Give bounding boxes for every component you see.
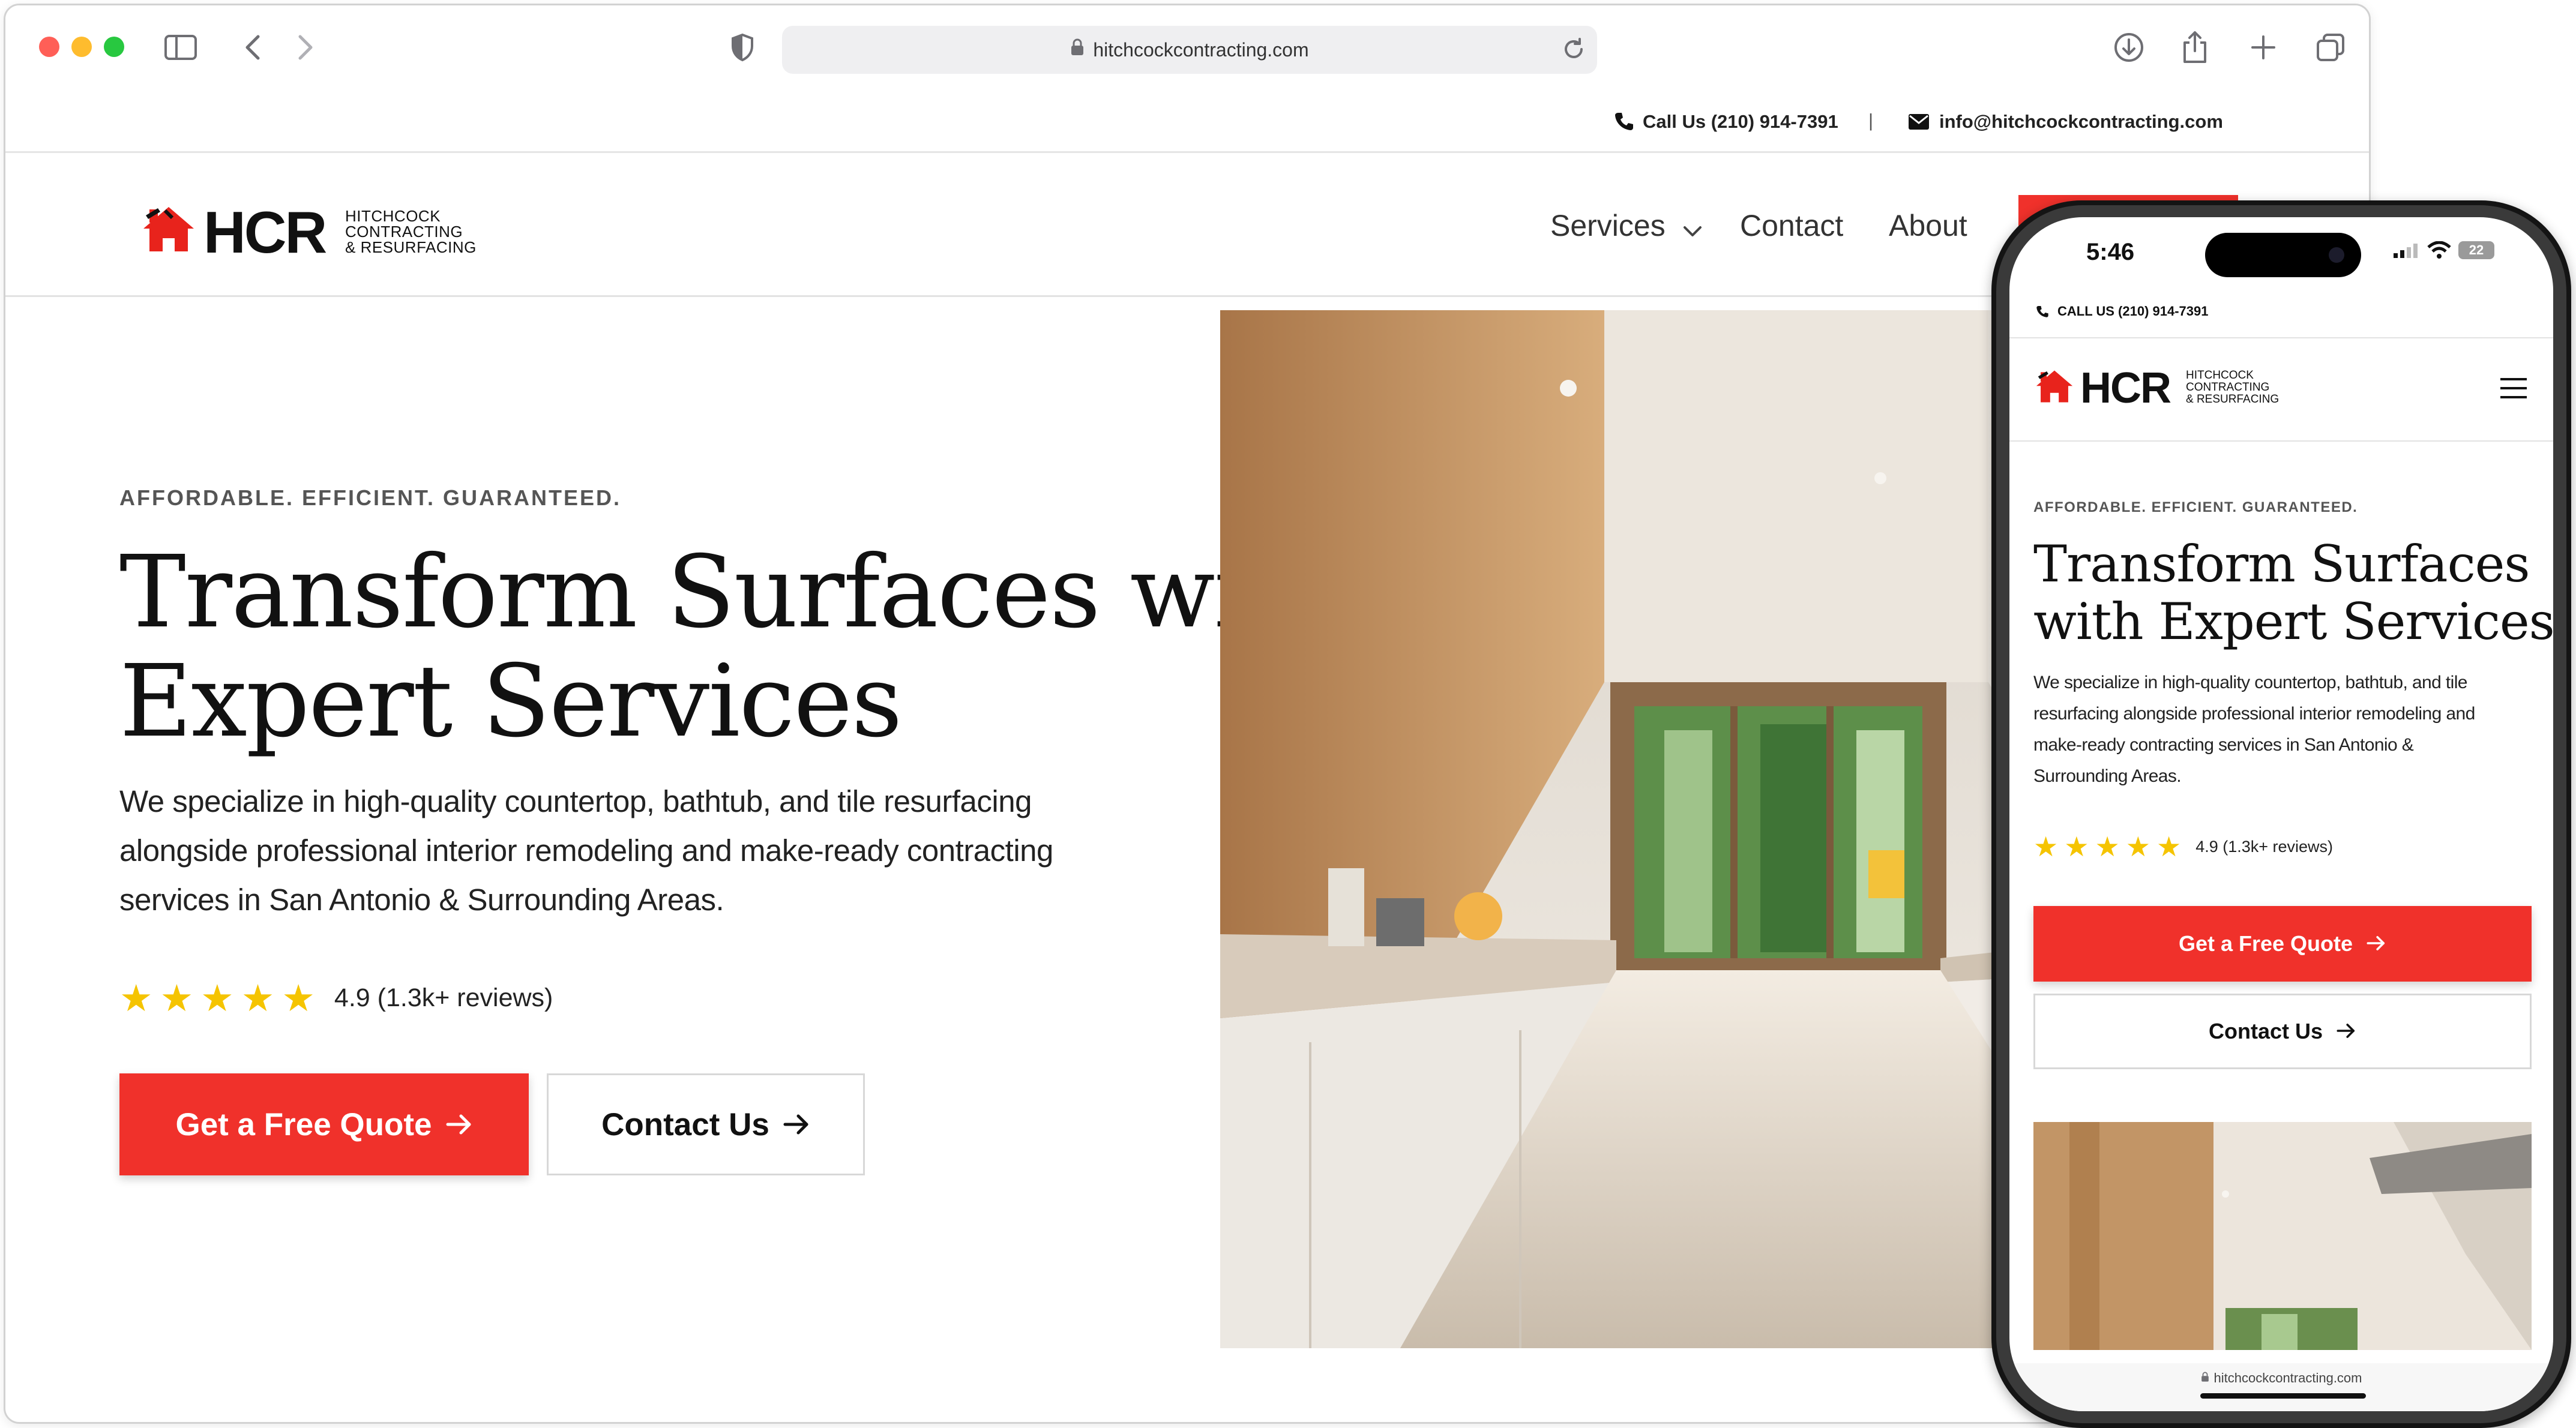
- hero-description-line-1: We specialize in high-quality countertop…: [119, 784, 1032, 818]
- logo-line-1: HITCHCOCK: [2186, 369, 2254, 382]
- status-time: 5:46: [2086, 239, 2135, 265]
- phone-screen: 5:46 22 CALL US (210) 914-7391 HCR HITCH…: [2009, 217, 2553, 1411]
- hero-description: We specialize in high-quality countertop…: [119, 777, 1053, 925]
- hero-title-line-2: Expert Services: [119, 644, 903, 760]
- mobile-hero-eyebrow: AFFORDABLE. EFFICIENT. GUARANTEED.: [2033, 499, 2358, 515]
- arrow-right-icon: [783, 1106, 810, 1143]
- logo-line-1: HITCHCOCK: [345, 207, 441, 225]
- phone-link[interactable]: Call Us (210) 914-7391: [1643, 111, 1838, 133]
- shield-icon[interactable]: [724, 29, 760, 65]
- email-icon: [1908, 113, 1930, 135]
- close-window-button[interactable]: [39, 37, 59, 57]
- share-icon[interactable]: [2177, 29, 2213, 65]
- tabs-icon[interactable]: [2313, 29, 2349, 65]
- nav-services-label: Services: [1550, 209, 1666, 242]
- logo-line-2: CONTRACTING: [345, 223, 463, 241]
- new-tab-icon[interactable]: [2245, 29, 2281, 65]
- nav-contact[interactable]: Contact: [1740, 208, 1843, 243]
- hero-description-line-3: services in San Antonio & Surrounding Ar…: [119, 883, 724, 917]
- rating-text: 4.9 (1.3k+ reviews): [2195, 837, 2334, 856]
- hero-title-line-1: Transform Surfaces with: [119, 535, 1347, 650]
- download-icon[interactable]: [2111, 29, 2147, 65]
- hero-description-line-2: alongside professional interior remodeli…: [119, 833, 1053, 868]
- topbar-separator: |: [1868, 110, 1874, 131]
- phone-icon: [1614, 111, 1634, 136]
- get-quote-label: Get a Free Quote: [175, 1106, 432, 1142]
- mobile-hero-description-line-1: We specialize in high-quality countertop…: [2033, 673, 2467, 692]
- lock-icon: [2201, 1370, 2209, 1386]
- mobile-rating-row: ★★★★★ 4.9 (1.3k+ reviews): [2033, 830, 2333, 863]
- lock-icon: [1070, 38, 1085, 61]
- camera-icon: [2329, 247, 2344, 263]
- logo-line-3: & RESURFACING: [345, 238, 477, 256]
- contact-us-label: Contact Us: [2208, 1019, 2323, 1043]
- mobile-hero-image: [2033, 1122, 2532, 1350]
- logo-wordmark: HITCHCOCK CONTRACTING & RESURFACING: [345, 208, 477, 255]
- signal-icon: [2394, 244, 2420, 261]
- nav-services[interactable]: Services: [1550, 208, 1703, 245]
- contact-us-label: Contact Us: [601, 1106, 769, 1142]
- browser-toolbar: hitchcockcontracting.com: [5, 5, 2369, 89]
- logo-line-3: & RESURFACING: [2186, 393, 2280, 406]
- rating-stars: ★★★★★: [119, 978, 322, 1019]
- mobile-hero-description-line-3: make-ready contracting services in San A…: [2033, 735, 2414, 755]
- logo-line-2: CONTRACTING: [2186, 381, 2270, 394]
- battery-level: 22: [2469, 242, 2484, 257]
- hero-section: AFFORDABLE. EFFICIENT. GUARANTEED. Trans…: [119, 485, 1347, 1019]
- zoom-window-button[interactable]: [104, 37, 124, 57]
- mobile-hero-description-line-4: Surrounding Areas.: [2033, 766, 2182, 786]
- home-indicator: [2200, 1393, 2366, 1399]
- mobile-address-text: hitchcockcontracting.com: [2213, 1370, 2362, 1385]
- mobile-hero-description: We specialize in high-quality countertop…: [2033, 667, 2475, 792]
- logo-mark: HCR: [2080, 364, 2171, 412]
- arrow-right-icon: [2336, 1019, 2356, 1044]
- mobile-hero-title: Transform Surfaces with Expert Services: [2033, 535, 2553, 650]
- house-logo-icon: [141, 205, 196, 257]
- mobile-get-quote-button[interactable]: Get a Free Quote: [2033, 906, 2532, 982]
- mobile-site-logo[interactable]: HCR HITCHCOCK CONTRACTING & RESURFACING: [2035, 364, 2311, 412]
- back-icon[interactable]: [235, 29, 271, 65]
- logo-mark: HCR: [203, 199, 327, 265]
- mobile-hero-description-line-2: resurfacing alongside professional inter…: [2033, 704, 2475, 724]
- hamburger-menu-icon[interactable]: [2499, 377, 2528, 403]
- dynamic-island: [2205, 233, 2361, 277]
- arrow-right-icon: [2366, 931, 2386, 956]
- chevron-down-icon: [1682, 211, 1703, 245]
- logo-wordmark: HITCHCOCK CONTRACTING & RESURFACING: [2186, 370, 2279, 406]
- battery-indicator: 22: [2458, 241, 2494, 259]
- contact-us-button[interactable]: Contact Us: [547, 1073, 865, 1175]
- address-bar[interactable]: hitchcockcontracting.com: [782, 26, 1597, 74]
- wifi-icon: [2427, 241, 2451, 262]
- house-logo-icon: [2035, 368, 2074, 407]
- forward-icon[interactable]: [287, 29, 324, 65]
- divider: [2009, 440, 2553, 442]
- reload-icon[interactable]: [1561, 37, 1586, 67]
- address-text: hitchcockcontracting.com: [1093, 38, 1309, 61]
- nav-about[interactable]: About: [1889, 208, 1967, 243]
- phone-icon: [2036, 305, 2049, 321]
- sidebar-icon[interactable]: [163, 29, 199, 65]
- get-quote-button[interactable]: Get a Free Quote: [119, 1073, 529, 1175]
- mobile-call-link[interactable]: CALL US (210) 914-7391: [2057, 304, 2209, 319]
- contact-topbar: Call Us (210) 914-7391 | info@hitchcockc…: [5, 89, 2369, 153]
- rating-row: ★★★★★ 4.9 (1.3k+ reviews): [119, 976, 553, 1020]
- mobile-address-bar[interactable]: hitchcockcontracting.com: [2009, 1363, 2553, 1411]
- hero-title: Transform Surfaces with Expert Services: [119, 535, 1347, 760]
- minimize-window-button[interactable]: [71, 37, 92, 57]
- get-quote-label: Get a Free Quote: [2178, 931, 2353, 956]
- rating-stars: ★★★★★: [2033, 831, 2188, 862]
- rating-text: 4.9 (1.3k+ reviews): [334, 983, 553, 1012]
- mobile-contact-us-button[interactable]: Contact Us: [2033, 994, 2532, 1069]
- mobile-hero-title-line-1: Transform Surfaces: [2033, 535, 2530, 593]
- arrow-right-icon: [445, 1106, 473, 1143]
- site-logo[interactable]: HCR HITCHCOCK CONTRACTING & RESURFACING: [141, 199, 489, 265]
- hero-eyebrow: AFFORDABLE. EFFICIENT. GUARANTEED.: [119, 485, 621, 510]
- divider: [2009, 337, 2553, 338]
- mobile-hero-title-line-2: with Expert Services: [2033, 592, 2553, 651]
- email-link[interactable]: info@hitchcockcontracting.com: [1939, 111, 2223, 133]
